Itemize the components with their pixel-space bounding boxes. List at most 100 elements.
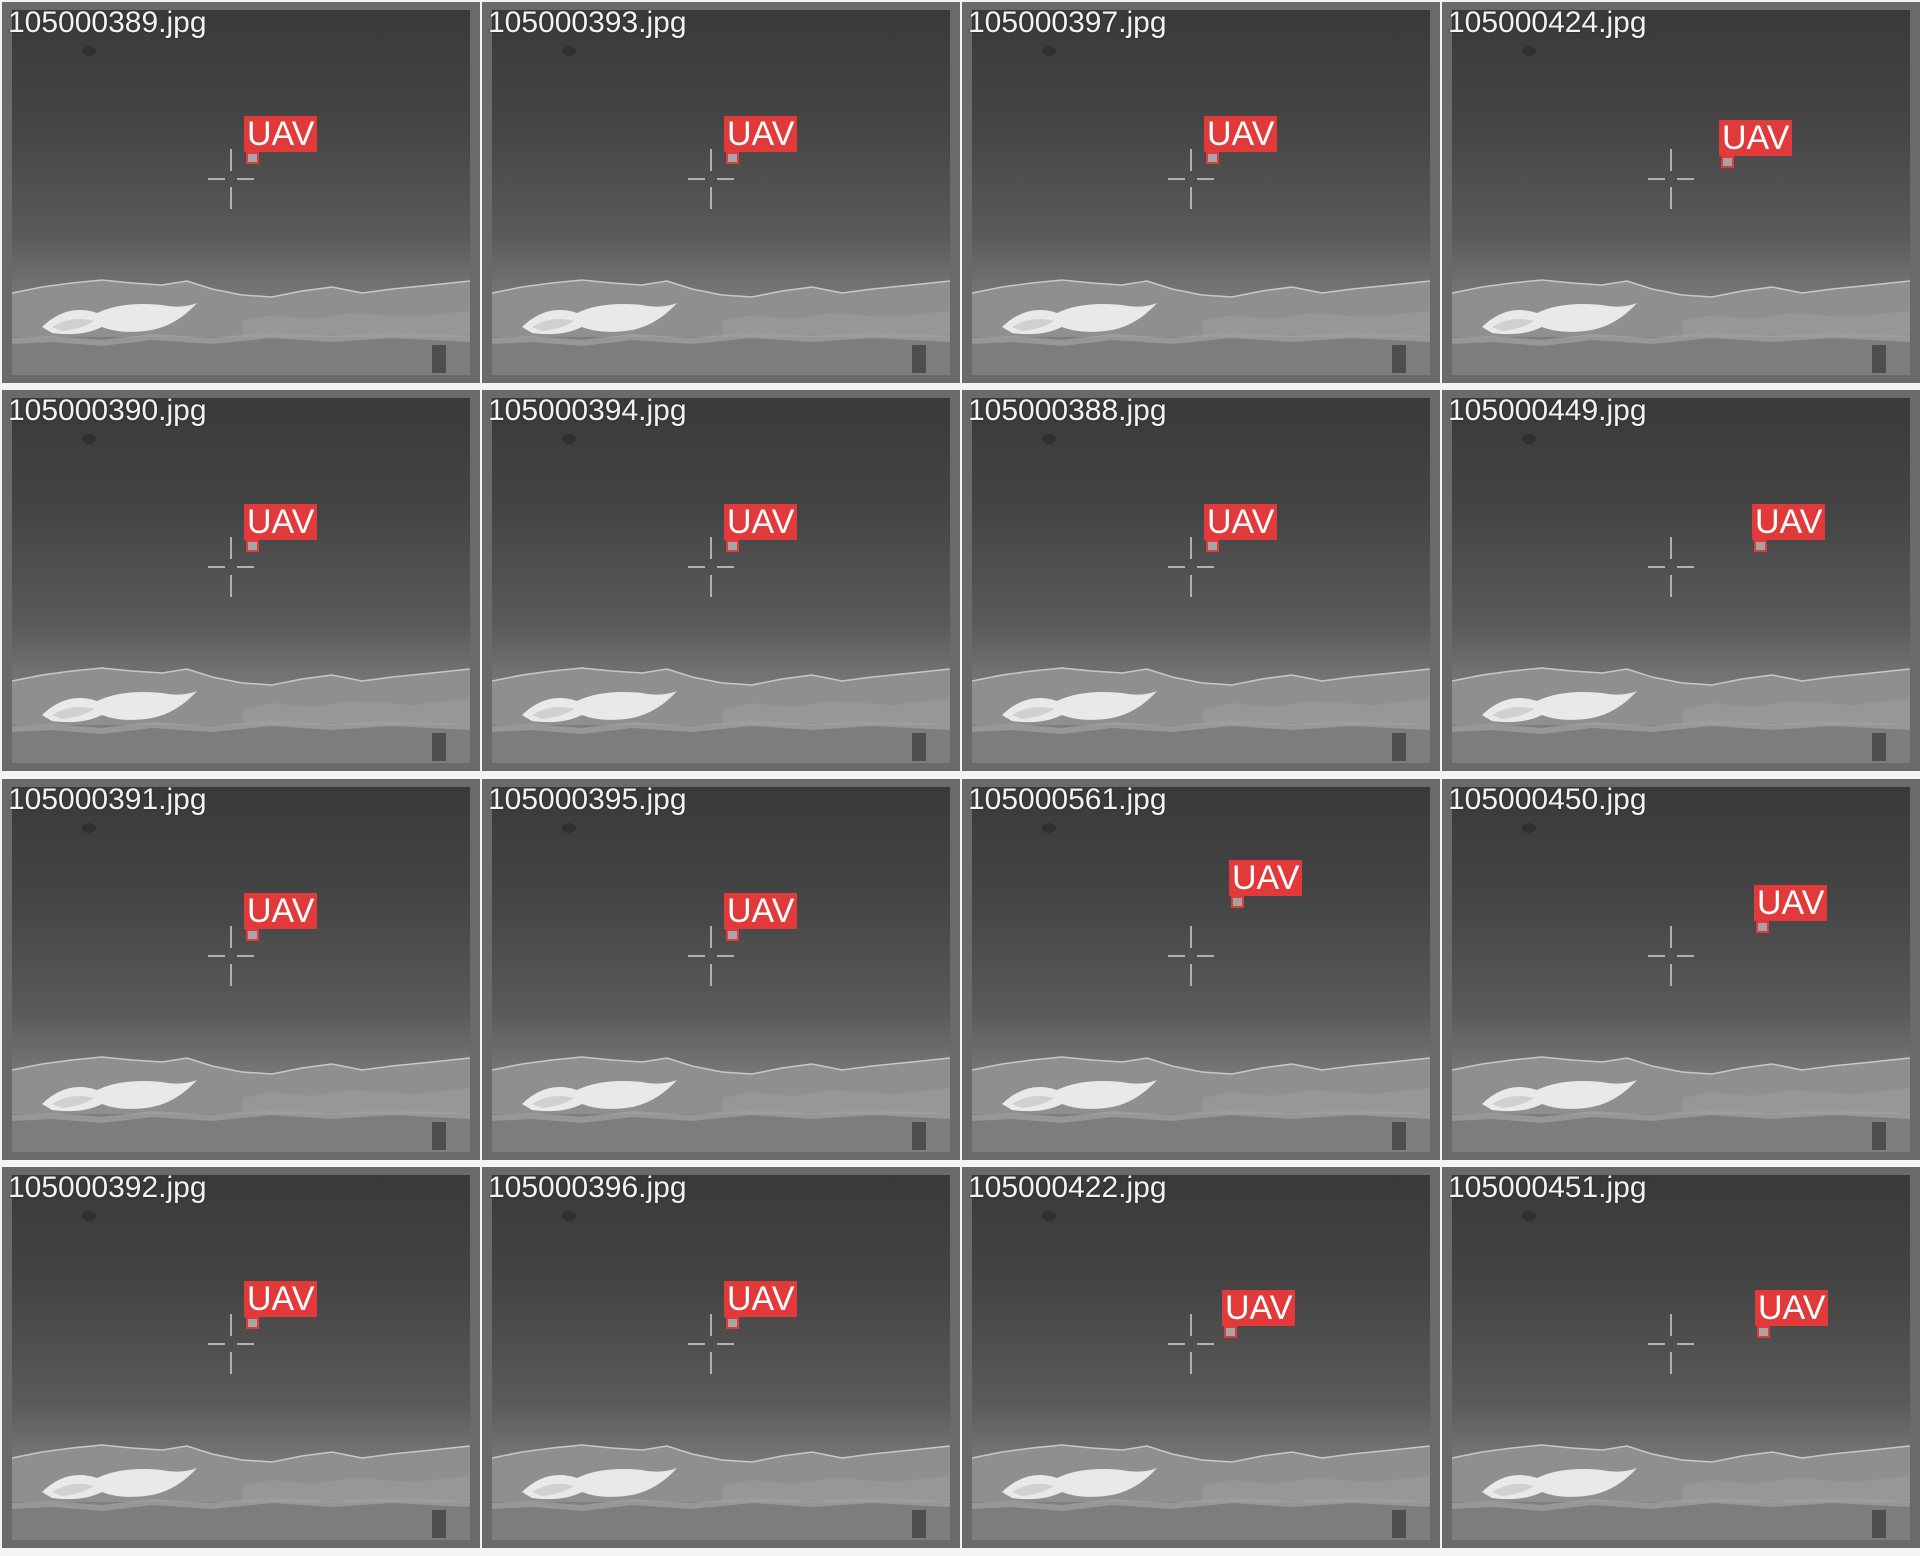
thermal-image: UAV	[12, 1175, 470, 1540]
image-filename: 105000396.jpg	[488, 1171, 687, 1204]
thermal-image: UAV	[972, 398, 1430, 763]
hill-terrain	[972, 279, 1430, 375]
thermal-image: UAV	[492, 398, 950, 763]
image-grid: UAV 105000389.jpg UAV 105000393.jpg UAV 10500…	[0, 0, 1920, 1556]
hill-terrain	[492, 1444, 950, 1540]
detection-bounding-box	[726, 540, 739, 552]
image-filename: 105000391.jpg	[8, 783, 207, 816]
detection-bounding-box	[246, 929, 259, 941]
detection-bounding-box	[1231, 896, 1244, 908]
hill-terrain	[12, 667, 470, 763]
detection-bounding-box	[1721, 156, 1734, 168]
image-tile: UAV 105000391.jpg	[2, 779, 480, 1160]
crosshair-reticle	[1168, 926, 1214, 986]
detection-label: UAV	[1222, 1290, 1296, 1326]
sky-speck	[82, 434, 96, 444]
thermal-image: UAV	[12, 398, 470, 763]
detection-label: UAV	[1755, 1290, 1829, 1326]
detection-label: UAV	[244, 116, 318, 152]
sky-speck	[82, 46, 96, 56]
image-filename: 105000395.jpg	[488, 783, 687, 816]
hill-terrain	[492, 279, 950, 375]
thermal-image: UAV	[12, 10, 470, 375]
image-filename: 105000561.jpg	[968, 783, 1167, 816]
detection-bounding-box	[1757, 1326, 1770, 1338]
crosshair-reticle	[1648, 926, 1694, 986]
detection-label: UAV	[724, 1281, 798, 1317]
thermal-image: UAV	[1452, 787, 1910, 1152]
hill-terrain	[1452, 1056, 1910, 1152]
image-tile: UAV 105000392.jpg	[2, 1167, 480, 1548]
sky-speck	[1522, 434, 1536, 444]
sky-speck	[1042, 46, 1056, 56]
detection-bounding-box	[246, 1317, 259, 1329]
image-filename: 105000422.jpg	[968, 1171, 1167, 1204]
hill-terrain	[12, 279, 470, 375]
detection-bounding-box	[1206, 152, 1219, 164]
crosshair-reticle	[1168, 1314, 1214, 1374]
sky-speck	[82, 1211, 96, 1221]
image-filename: 105000388.jpg	[968, 394, 1167, 427]
detection-label: UAV	[1752, 504, 1826, 540]
image-filename: 105000449.jpg	[1448, 394, 1647, 427]
sky-speck	[1042, 434, 1056, 444]
detection-label: UAV	[724, 116, 798, 152]
image-tile: UAV 105000396.jpg	[482, 1167, 960, 1548]
detection-label: UAV	[244, 1281, 318, 1317]
thermal-image: UAV	[972, 10, 1430, 375]
sky-speck	[82, 823, 96, 833]
thermal-image: UAV	[492, 1175, 950, 1540]
image-filename: 105000393.jpg	[488, 6, 687, 39]
hill-terrain	[12, 1444, 470, 1540]
image-filename: 105000394.jpg	[488, 394, 687, 427]
crosshair-reticle	[1648, 149, 1694, 209]
crosshair-reticle	[1648, 537, 1694, 597]
sky-speck	[562, 823, 576, 833]
thermal-image: UAV	[492, 10, 950, 375]
image-tile: UAV 105000561.jpg	[962, 779, 1440, 1160]
image-tile: UAV 105000397.jpg	[962, 2, 1440, 383]
hill-terrain	[972, 667, 1430, 763]
hill-terrain	[12, 1056, 470, 1152]
hill-terrain	[1452, 667, 1910, 763]
detection-bounding-box	[246, 540, 259, 552]
crosshair-reticle	[1648, 1314, 1694, 1374]
image-filename: 105000397.jpg	[968, 6, 1167, 39]
detection-label: UAV	[244, 893, 318, 929]
image-filename: 105000389.jpg	[8, 6, 207, 39]
thermal-image: UAV	[972, 1175, 1430, 1540]
image-tile: UAV 105000389.jpg	[2, 2, 480, 383]
detection-label: UAV	[1204, 504, 1278, 540]
image-tile: UAV 105000422.jpg	[962, 1167, 1440, 1548]
image-tile: UAV 105000393.jpg	[482, 2, 960, 383]
detection-label: UAV	[1229, 860, 1303, 896]
detection-label: UAV	[1204, 116, 1278, 152]
sky-speck	[1042, 823, 1056, 833]
detection-bounding-box	[246, 152, 259, 164]
image-filename: 105000392.jpg	[8, 1171, 207, 1204]
hill-terrain	[492, 1056, 950, 1152]
image-tile: UAV 105000450.jpg	[1442, 779, 1920, 1160]
detection-label: UAV	[724, 893, 798, 929]
sky-speck	[1522, 823, 1536, 833]
image-tile: UAV 105000424.jpg	[1442, 2, 1920, 383]
thermal-image: UAV	[1452, 398, 1910, 763]
sky-speck	[1522, 1211, 1536, 1221]
image-tile: UAV 105000390.jpg	[2, 390, 480, 771]
image-filename: 105000390.jpg	[8, 394, 207, 427]
hill-terrain	[972, 1444, 1430, 1540]
thermal-image: UAV	[492, 787, 950, 1152]
detection-bounding-box	[726, 1317, 739, 1329]
thermal-image: UAV	[1452, 10, 1910, 375]
sky-speck	[1042, 1211, 1056, 1221]
detection-label: UAV	[1719, 120, 1793, 156]
sky-speck	[562, 1211, 576, 1221]
hill-terrain	[972, 1056, 1430, 1152]
thermal-image: UAV	[972, 787, 1430, 1152]
detection-label: UAV	[1754, 885, 1828, 921]
image-filename: 105000451.jpg	[1448, 1171, 1647, 1204]
detection-bounding-box	[1756, 921, 1769, 933]
detection-bounding-box	[1754, 540, 1767, 552]
hill-terrain	[1452, 279, 1910, 375]
image-filename: 105000450.jpg	[1448, 783, 1647, 816]
